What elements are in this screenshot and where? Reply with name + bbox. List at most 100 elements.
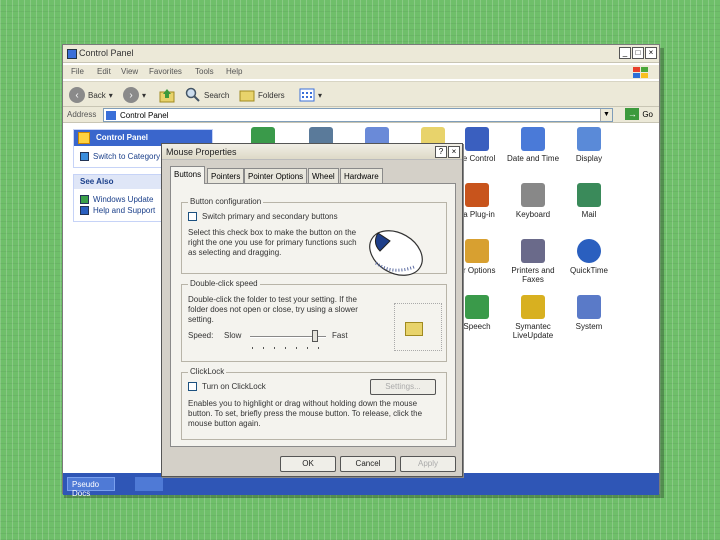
window-title: Control Panel — [79, 48, 134, 58]
power-icon — [465, 239, 489, 263]
dialog-close-button[interactable]: × — [448, 146, 460, 158]
icon-label: Mail — [581, 210, 597, 219]
icon-item-display[interactable]: Display — [559, 127, 619, 163]
test-area[interactable] — [394, 303, 442, 351]
icon-item-keyboard[interactable]: Keyboard — [503, 183, 563, 219]
folders-button[interactable]: Folders — [239, 86, 285, 104]
tab-hardware[interactable]: Hardware — [340, 168, 383, 183]
icon-label: Date and Time — [506, 154, 560, 163]
forward-button[interactable]: › ▾ — [123, 86, 146, 104]
back-label: Back — [88, 90, 106, 100]
fast-label: Fast — [332, 331, 348, 340]
clicklock-legend: ClickLock — [188, 367, 227, 376]
icon-item-system[interactable]: System — [559, 295, 619, 331]
minimize-button[interactable]: _ — [619, 47, 631, 59]
help-icon — [80, 206, 89, 215]
dialog-title: Mouse Properties — [166, 147, 237, 157]
mouse-properties-dialog: Mouse Properties ? × Buttons Pointers Po… — [161, 143, 463, 477]
speed-slider-thumb[interactable] — [311, 330, 318, 342]
control-panel-icon — [106, 111, 116, 120]
close-button[interactable]: × — [645, 47, 657, 59]
icon-item-printers[interactable]: Printers and Faxes — [503, 239, 563, 284]
go-arrow-icon: → — [625, 108, 640, 120]
maximize-button[interactable]: □ — [632, 47, 644, 59]
switch-buttons-label: Switch primary and secondary buttons — [202, 212, 338, 221]
address-value: Control Panel — [120, 111, 169, 120]
icon-label: Keyboard — [515, 210, 551, 219]
button-config-description: Select this check box to make the button… — [188, 228, 357, 257]
up-button[interactable] — [159, 86, 175, 104]
clicklock-settings-button[interactable]: Settings... — [370, 379, 436, 395]
quicktime-icon — [577, 239, 601, 263]
switch-buttons-checkbox[interactable] — [188, 212, 197, 221]
cancel-button[interactable]: Cancel — [340, 456, 396, 472]
go-label: Go — [642, 109, 653, 119]
views-button[interactable]: ▾ — [299, 86, 322, 104]
monitor-icon — [465, 127, 489, 151]
printer-icon — [521, 239, 545, 263]
icon-label: QuickTime — [570, 266, 608, 275]
search-label: Search — [204, 90, 230, 100]
menu-file[interactable]: File — [71, 67, 84, 76]
menu-favorites[interactable]: Favorites — [149, 67, 182, 76]
button-configuration-legend: Button configuration — [188, 197, 264, 206]
tab-wheel[interactable]: Wheel — [308, 168, 339, 183]
mail-icon — [577, 183, 601, 207]
slow-label: Slow — [224, 331, 242, 340]
menu-tools[interactable]: Tools — [195, 67, 214, 76]
clicklock-label: Turn on ClickLock — [202, 382, 266, 391]
icon-item-mail[interactable]: Mail — [559, 183, 619, 219]
menu-help[interactable]: Help — [226, 67, 242, 76]
tab-pointers[interactable]: Pointers — [207, 168, 245, 183]
keyboard-icon — [521, 183, 545, 207]
icon-item-liveupdate[interactable]: Symantec LiveUpdate — [503, 295, 563, 340]
ok-button[interactable]: OK — [280, 456, 336, 472]
address-bar: Address Control Panel ▼ → Go — [63, 107, 659, 123]
search-icon — [185, 87, 200, 102]
test-folder-icon[interactable] — [405, 322, 423, 336]
windows-update-label: Windows Update — [93, 195, 154, 204]
folder-up-icon — [159, 89, 175, 103]
icon-label: Display — [575, 154, 603, 163]
icon-item-quicktime[interactable]: QuickTime — [559, 239, 619, 275]
go-button[interactable]: → Go — [625, 108, 653, 120]
address-label: Address — [67, 110, 97, 119]
clicklock-checkbox[interactable] — [188, 382, 197, 391]
search-button[interactable]: Search — [185, 86, 229, 104]
tab-buttons[interactable]: Buttons — [170, 166, 206, 184]
back-arrow-icon: ‹ — [69, 87, 85, 103]
tab-pointer-options[interactable]: Pointer Options — [244, 168, 308, 183]
double-click-description: Double-click the folder to test your set… — [188, 295, 358, 324]
back-button[interactable]: ‹ Back ▾ — [69, 86, 113, 104]
menu-view[interactable]: View — [121, 67, 138, 76]
switch-category-label: Switch to Category — [93, 152, 161, 161]
icon-label: va Plug-in — [459, 210, 495, 219]
icon-label: Speech — [463, 322, 491, 331]
help-support-label: Help and Support — [93, 206, 156, 215]
icon-label: System — [575, 322, 603, 331]
title-bar: Control Panel _ □ × — [63, 45, 659, 63]
buttons-tab-panel: Button configuration Switch primary and … — [170, 183, 456, 447]
forward-arrow-icon: › — [123, 87, 139, 103]
chevron-down-icon: ▾ — [142, 90, 147, 100]
menu-bar: File Edit View Favorites Tools Help — [63, 65, 659, 79]
taskbar-button[interactable]: Pseudo Docs — [67, 477, 115, 498]
icon-label: er Options — [458, 266, 496, 275]
control-panel-heading: Control Panel — [96, 133, 149, 142]
speech-icon — [465, 295, 489, 319]
java-icon — [465, 183, 489, 207]
clock-icon — [521, 127, 545, 151]
clicklock-group: ClickLock Turn on ClickLock Settings... … — [181, 367, 447, 440]
menu-edit[interactable]: Edit — [97, 67, 111, 76]
control-panel-icon — [78, 132, 90, 144]
taskbar-button-2[interactable] — [135, 477, 163, 491]
address-dropdown-button[interactable]: ▼ — [600, 109, 612, 121]
apply-button[interactable]: Apply — [400, 456, 456, 472]
switch-view-icon — [80, 152, 89, 161]
address-field[interactable]: Control Panel ▼ — [103, 108, 613, 122]
icon-item-date-time[interactable]: Date and Time — [503, 127, 563, 163]
toolbar: ‹ Back ▾ › ▾ Search Folders ▾ — [63, 81, 659, 107]
button-configuration-group: Button configuration Switch primary and … — [181, 197, 447, 276]
help-button[interactable]: ? — [435, 146, 447, 158]
chevron-down-icon: ▾ — [318, 90, 323, 100]
